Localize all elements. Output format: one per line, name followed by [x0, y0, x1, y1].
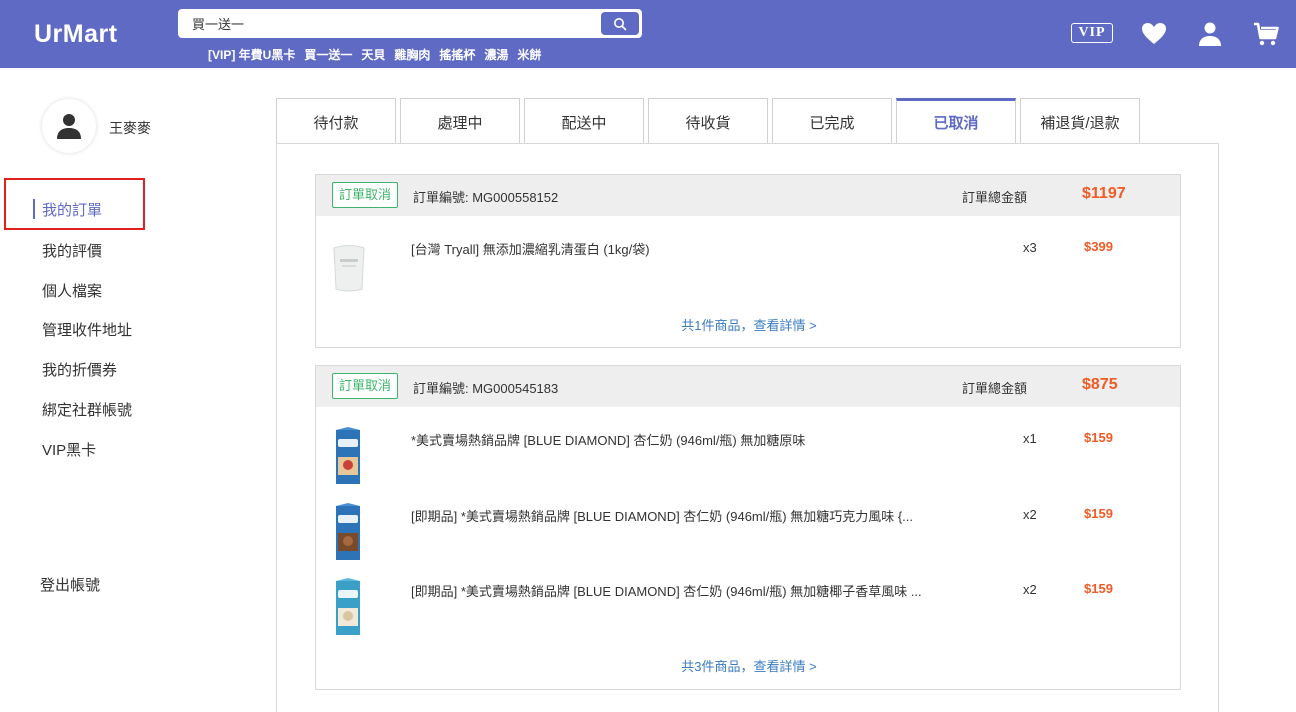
sidebar-item-my-reviews[interactable]: 我的評價 — [42, 240, 102, 261]
product-quantity: x2 — [1023, 582, 1037, 597]
order-total: $875 — [1082, 376, 1118, 393]
vip-button[interactable]: VIP — [1071, 23, 1113, 43]
product-quantity: x1 — [1023, 431, 1037, 446]
product-thumbnail — [333, 245, 365, 292]
order-header: 訂單取消 訂單編號: MG000545183 訂單總金額 $875 — [316, 366, 1180, 407]
product-name: *美式賣場熱銷品牌 [BLUE DIAMOND] 杏仁奶 (946ml/瓶) 無… — [411, 433, 806, 448]
product-thumbnail — [336, 503, 360, 560]
product-price: $399 — [1084, 239, 1113, 254]
order-item[interactable]: *美式賣場熱銷品牌 [BLUE DIAMOND] 杏仁奶 (946ml/瓶) 無… — [316, 427, 1182, 494]
hot-keyword[interactable]: 買一送一 — [304, 46, 352, 63]
sidebar-item-social-accounts[interactable]: 綁定社群帳號 — [42, 399, 132, 420]
user-avatar-icon — [57, 114, 81, 139]
product-price: $159 — [1084, 506, 1113, 521]
order-item[interactable]: [台灣 Tryall] 無添加濃縮乳清蛋白 (1kg/袋) x3 $399 — [316, 237, 1182, 303]
order-total-label: 訂單總金額 — [962, 381, 1028, 396]
order-card: 訂單取消 訂單編號: MG000558152 訂單總金額 $1197 [台灣 T… — [315, 174, 1181, 348]
order-header: 訂單取消 訂單編號: MG000558152 訂單總金額 $1197 — [316, 175, 1180, 216]
hot-keyword[interactable]: 濃湯 — [484, 46, 508, 63]
order-total: $1197 — [1082, 185, 1126, 202]
hot-keyword[interactable]: 搖搖杯 — [439, 46, 475, 63]
tab-completed[interactable]: 已完成 — [772, 98, 892, 144]
product-price: $159 — [1084, 581, 1113, 596]
avatar — [42, 99, 96, 153]
sidebar-item-profile[interactable]: 個人檔案 — [42, 280, 102, 301]
hot-keyword[interactable]: [VIP] 年費U黑卡 — [208, 46, 295, 63]
tab-shipping[interactable]: 配送中 — [524, 98, 644, 144]
heart-icon[interactable] — [1140, 20, 1168, 48]
tab-pending-payment[interactable]: 待付款 — [276, 98, 396, 144]
logout-link[interactable]: 登出帳號 — [40, 574, 100, 595]
order-item[interactable]: [即期品] *美式賣場熱銷品牌 [BLUE DIAMOND] 杏仁奶 (946m… — [316, 503, 1182, 570]
status-badge: 訂單取消 — [332, 373, 399, 399]
site-logo[interactable]: UrMart — [34, 20, 118, 49]
sidebar-item-my-orders[interactable]: 我的訂單 — [42, 199, 102, 220]
order-card: 訂單取消 訂單編號: MG000545183 訂單總金額 $875 *美式賣場熱… — [315, 365, 1181, 690]
order-total-label: 訂單總金額 — [962, 190, 1028, 205]
view-details-link[interactable]: 共3件商品，查看詳情 > — [316, 656, 1182, 675]
product-name: [即期品] *美式賣場熱銷品牌 [BLUE DIAMOND] 杏仁奶 (946m… — [411, 584, 922, 599]
order-item[interactable]: [即期品] *美式賣場熱銷品牌 [BLUE DIAMOND] 杏仁奶 (946m… — [316, 578, 1182, 645]
tab-processing[interactable]: 處理中 — [400, 98, 520, 144]
order-number: 訂單編號: MG000558152 — [413, 190, 559, 205]
product-name: [台灣 Tryall] 無添加濃縮乳清蛋白 (1kg/袋) — [411, 242, 650, 257]
product-quantity: x3 — [1023, 240, 1037, 255]
product-thumbnail — [336, 578, 360, 635]
username: 王麥麥 — [109, 120, 151, 136]
tab-cancelled[interactable]: 已取消 — [896, 98, 1016, 145]
search-input[interactable] — [178, 9, 598, 38]
active-indicator — [33, 199, 35, 219]
hot-keyword[interactable]: 雞胸肉 — [394, 46, 430, 63]
search-button[interactable] — [601, 12, 639, 35]
tab-returns[interactable]: 補退貨/退款 — [1020, 98, 1140, 144]
user-icon[interactable] — [1196, 20, 1224, 48]
status-badge: 訂單取消 — [332, 182, 399, 208]
sidebar-item-addresses[interactable]: 管理收件地址 — [42, 319, 132, 340]
sidebar-item-coupons[interactable]: 我的折價券 — [42, 359, 117, 380]
search-bar — [178, 9, 642, 38]
sidebar-item-vip-card[interactable]: VIP黑卡 — [42, 439, 96, 460]
tab-to-receive[interactable]: 待收貨 — [648, 98, 768, 144]
cart-icon[interactable] — [1252, 20, 1280, 48]
product-name: [即期品] *美式賣場熱銷品牌 [BLUE DIAMOND] 杏仁奶 (946m… — [411, 509, 913, 524]
view-details-link[interactable]: 共1件商品，查看詳情 > — [316, 315, 1182, 334]
hot-keyword[interactable]: 米餅 — [517, 46, 541, 63]
product-price: $159 — [1084, 430, 1113, 445]
order-number: 訂單編號: MG000545183 — [413, 381, 559, 396]
product-quantity: x2 — [1023, 507, 1037, 522]
hot-keywords: [VIP] 年費U黑卡 買一送一 天貝 雞胸肉 搖搖杯 濃湯 米餅 — [208, 46, 541, 63]
hot-keyword[interactable]: 天貝 — [361, 46, 385, 63]
search-icon — [614, 17, 627, 30]
top-header: UrMart [VIP] 年費U黑卡 買一送一 天貝 雞胸肉 搖搖杯 濃湯 米餅… — [0, 0, 1296, 68]
product-thumbnail — [336, 427, 360, 484]
